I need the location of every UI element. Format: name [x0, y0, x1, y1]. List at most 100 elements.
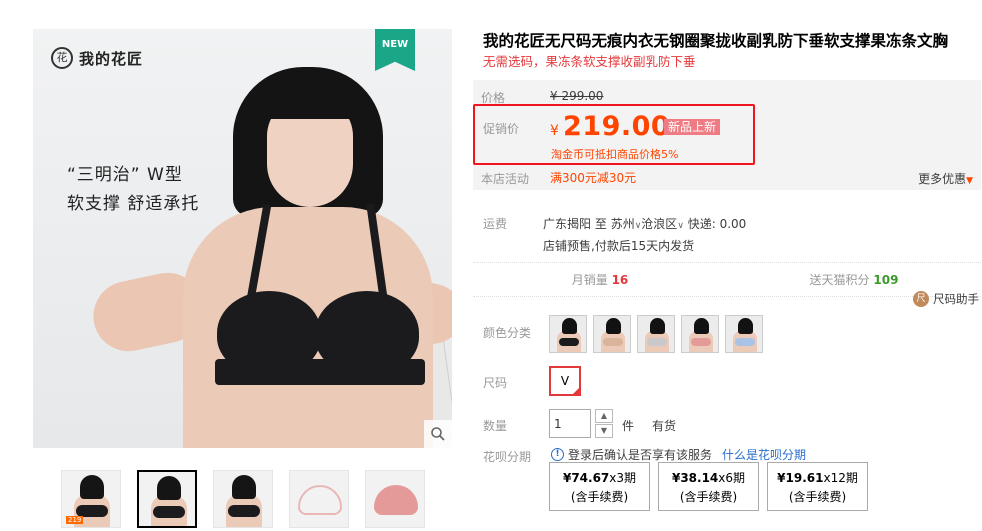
taojinbi-note: 淘金币可抵扣商品价格5% [551, 148, 679, 161]
size-helper-text: 尺码助手 [933, 292, 979, 306]
swatch-hair [650, 318, 665, 334]
thumbnail-3[interactable] [213, 470, 273, 528]
caret-down-icon: ▼ [966, 176, 973, 186]
color-label: 颜色分类 [483, 326, 532, 340]
color-swatch-black[interactable] [549, 315, 587, 353]
plan-fee: (含手续费) [679, 490, 738, 504]
thumb-bra-pink [374, 485, 418, 515]
size-option-text: V [560, 374, 570, 388]
plan-term: x6期 [718, 471, 746, 485]
stock-status: 有货 [652, 419, 677, 433]
brand-logo-text: 我的花匠 [79, 49, 144, 68]
shipping-to: 至 [594, 217, 607, 231]
store-activity-label: 本店活动 [481, 172, 530, 186]
installment-plan-12[interactable]: ¥19.61x12期 (含手续费) [767, 462, 868, 511]
swatch-bra [691, 338, 711, 346]
size-label: 尺码 [483, 376, 508, 390]
thumb-hair [80, 475, 104, 499]
ruler-icon: 尺 [913, 291, 929, 307]
brand-logo-mark: 花 [51, 47, 73, 69]
color-swatch-pink[interactable] [681, 315, 719, 353]
quantity-label: 数量 [483, 419, 508, 433]
thumb-bra-outline [298, 485, 342, 515]
selected-check-icon [571, 386, 581, 396]
promo-price: 219.00 [563, 111, 671, 142]
bra-band [215, 359, 425, 385]
express-fee: 快递: 0.00 [687, 217, 747, 231]
promo-price-label: 促销价 [483, 122, 520, 136]
shipping-origin: 广东揭阳 [543, 217, 592, 231]
huabei-help-link[interactable]: 什么是花呗分期 [722, 446, 806, 463]
swatch-hair [738, 318, 753, 334]
city-name: 苏州 [610, 217, 635, 231]
store-activity-value: 满300元减30元 [550, 171, 637, 185]
city-selector[interactable]: 苏州∨ [611, 217, 642, 231]
magnifier-icon [431, 427, 445, 441]
zoom-button[interactable] [424, 420, 452, 448]
installment-plan-6[interactable]: ¥38.14x6期 (含手续费) [658, 462, 759, 511]
plan-fee: (含手续费) [570, 490, 629, 504]
promo-headline: “三明治” W型 [67, 165, 183, 185]
tmall-points-label: 送天猫积分 [809, 273, 870, 287]
monthly-sales-value: 16 [611, 273, 629, 287]
swatch-bra [735, 338, 755, 346]
more-offers-link[interactable]: 更多优惠▼ [918, 170, 973, 187]
swatch-bra [603, 338, 623, 346]
swatch-bra [559, 338, 579, 346]
installment-plans: ¥74.67x3期 (含手续费) ¥38.14x6期 (含手续费) ¥19.61… [549, 462, 868, 511]
monthly-sales: 月销量 16 [473, 263, 727, 296]
shipping-info: 广东揭阳 至 苏州∨沧浪区∨ 快递: 0.00 [543, 215, 746, 232]
thumbnail-5[interactable] [365, 470, 425, 528]
quantity-unit: 件 [622, 419, 635, 433]
sales-stats-bar: 月销量 16 送天猫积分 109 [473, 262, 981, 297]
price-panel: 价格 ¥ 299.00 促销价 ¥ 219.00 新品上新 淘金币可抵扣商品价格… [473, 80, 981, 190]
thumbnail-2-active[interactable] [137, 470, 197, 528]
promo-price-box: 促销价 ¥ 219.00 新品上新 淘金币可抵扣商品价格5% [473, 104, 755, 165]
color-swatch-list [549, 315, 763, 353]
district-name: 沧浪区 [641, 217, 678, 231]
shipping-label: 运费 [483, 217, 508, 231]
tmall-points-value: 109 [873, 273, 899, 287]
district-selector[interactable]: 沧浪区∨ [641, 217, 684, 231]
brand-logo: 花 我的花匠 [51, 47, 143, 69]
thumb-bra [153, 506, 185, 518]
color-swatch-blue[interactable] [725, 315, 763, 353]
thumbnail-4[interactable] [289, 470, 349, 528]
monthly-sales-label: 月销量 [571, 273, 608, 287]
plan-fee: (含手续费) [788, 490, 847, 504]
swatch-bra [647, 338, 667, 346]
thumb-hair [232, 475, 256, 499]
plan-amount: ¥74.67 [562, 471, 610, 485]
promo-subline: 软支撑 舒适承托 [67, 194, 200, 214]
swatch-hair [562, 318, 577, 334]
plan-amount: ¥19.61 [777, 471, 824, 485]
info-icon: ! [551, 448, 564, 461]
color-swatch-nude[interactable] [593, 315, 631, 353]
size-option-v[interactable]: V [549, 366, 581, 396]
main-product-image[interactable]: 花 我的花匠 NEW “三明治” W型 软支撑 舒适承托 [33, 29, 452, 448]
size-helper-link[interactable]: 尺 尺码助手 [913, 291, 979, 307]
huabei-note: ! 登录后确认是否享有该服务 什么是花呗分期 [551, 446, 806, 463]
thumb-bra [228, 505, 260, 517]
thumb-price-tag: 219 [66, 516, 84, 524]
presale-note: 店铺预售,付款后15天内发货 [543, 239, 695, 253]
color-swatch-grey[interactable] [637, 315, 675, 353]
plan-amount: ¥38.14 [671, 471, 719, 485]
product-title: 我的花匠无尺码无痕内衣无钢圈聚拢收副乳防下垂软支撑果冻条文胸 [483, 32, 949, 50]
thumb-hair [157, 476, 181, 500]
installment-plan-3[interactable]: ¥74.67x3期 (含手续费) [549, 462, 650, 511]
thumbnail-1[interactable]: 219 [61, 470, 121, 528]
thumbnail-strip: 219 [61, 470, 425, 528]
quantity-increase-button[interactable]: ▲ [595, 409, 613, 423]
huabei-label: 花呗分期 [483, 450, 532, 464]
huabei-note-text: 登录后确认是否享有该服务 [568, 448, 713, 462]
swatch-hair [606, 318, 621, 334]
quantity-input[interactable] [549, 409, 591, 438]
product-subtitle: 无需选码，果冻条软支撑收副乳防下垂 [483, 54, 696, 69]
original-price: ¥ 299.00 [550, 89, 604, 103]
currency-symbol: ¥ [550, 123, 559, 139]
chevron-down-icon: ∨ [677, 221, 684, 231]
plan-term: x12期 [823, 471, 858, 485]
swatch-hair [694, 318, 709, 334]
quantity-decrease-button[interactable]: ▼ [595, 424, 613, 438]
